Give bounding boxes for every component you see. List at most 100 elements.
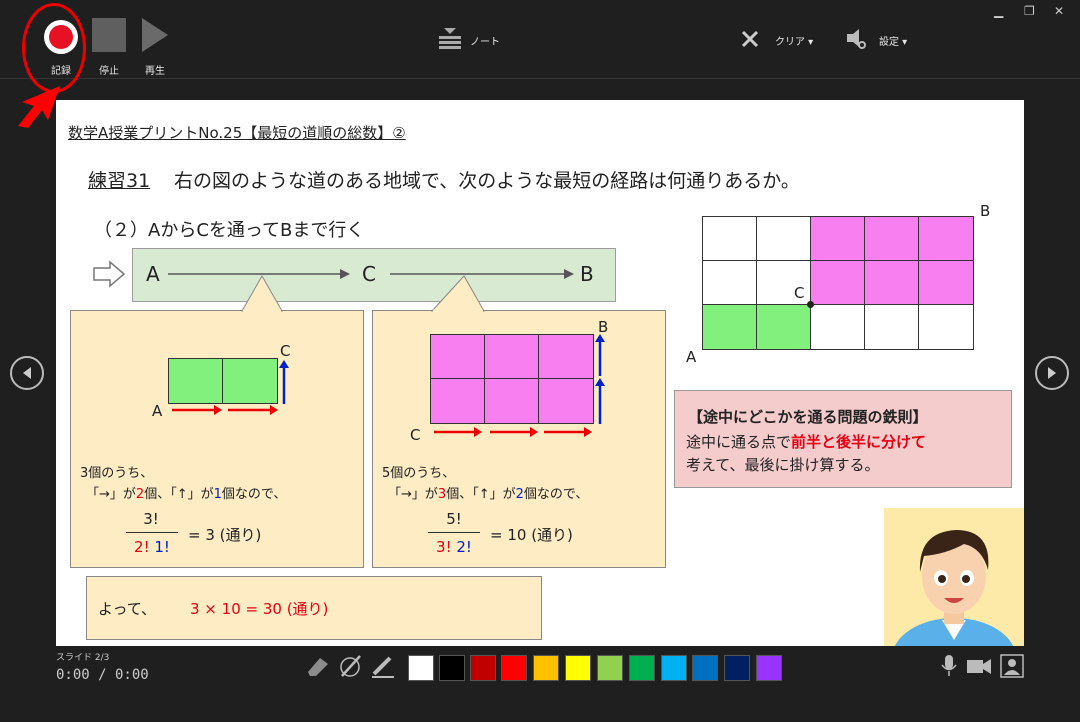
grid-cell [864,304,920,350]
exercise-text: 右の図のような道のある地域で、次のような最短の経路は何通りあるか。 [174,170,800,192]
right-fraction-bar [428,532,480,533]
highlighter-icon[interactable] [370,654,396,678]
rule-line2: 考えて、最後に掛け算する。 [686,456,880,474]
subproblem-text: （２）AからCを通ってBまで行く [94,220,365,241]
color-swatch-dark-red[interactable] [470,655,496,681]
notes-button-label[interactable]: ノート [470,33,500,48]
answer-value: 3 × 10 = 30 (通り) [190,600,329,618]
right-line2-count-right: 3 [437,487,447,502]
right-numerator: 5! [446,510,462,528]
settings-icon[interactable] [845,28,867,50]
right-label-b: B [598,318,609,336]
color-swatch-white[interactable] [408,655,434,681]
slide-title: 数学A授業プリントNo.25【最短の道順の総数】② [68,124,406,142]
grid-cell [702,260,758,306]
grid-cell [810,304,866,350]
color-swatch-yellow[interactable] [565,655,591,681]
right-line1: 5個のうち、 [382,466,456,481]
right-line2: 「→」が3個、「↑」が2個なので、 [388,483,588,502]
left-denominator-red: 2! [134,538,150,556]
right-denominator: 3! 2! [428,538,480,556]
stop-icon[interactable] [92,18,126,52]
left-fraction-bar [126,532,178,533]
color-swatch-black[interactable] [439,655,465,681]
color-swatch-blue[interactable] [692,655,718,681]
left-arrows [172,360,289,415]
settings-button-label[interactable]: 設定 ▾ [879,33,907,48]
eraser-icon[interactable] [304,654,330,678]
right-callout-pointer [430,275,485,313]
right-line2-text3: 個なので、 [523,487,589,502]
left-line2-count-right: 2 [135,487,145,502]
left-result: = 3 (通り) [188,526,262,544]
left-label-c: C [280,342,291,360]
color-swatch-purple[interactable] [756,655,782,681]
color-swatch-orange[interactable] [533,655,559,681]
prev-slide-icon [23,367,31,379]
right-denominator-blue: 2! [456,538,472,556]
grid-label-b: B [980,202,991,220]
play-button-label[interactable]: 再生 [138,62,172,77]
grid-label-a: A [686,348,697,366]
right-arrows [434,334,605,437]
presenter-view-icon[interactable] [1000,654,1024,678]
right-label-c: C [410,426,421,444]
teacher-illustration-icon [894,530,1014,646]
color-swatch-red[interactable] [501,655,527,681]
left-line2-count-up: 1 [213,487,222,502]
clear-button-label[interactable]: クリア ▾ [775,33,813,48]
rule-title: 【途中にどこかを通る問題の鉄則】 [688,408,928,426]
grid-cell [864,216,920,262]
restore-icon[interactable]: ❐ [1024,4,1035,18]
grid-cell [810,260,866,306]
color-swatch-light-blue[interactable] [661,655,687,681]
right-line2-text2: 個、「↑」が [446,487,516,502]
grid-label-c: C [794,284,805,302]
left-line2-text2: 個、「↑」が [144,487,214,502]
grid-cell [756,216,812,262]
left-line2-text1: 「→」が [86,487,136,502]
route-grid-diagram [702,216,976,350]
recording-time: 0:00 / 0:00 [56,667,149,683]
grid-point-c [807,301,814,308]
grid-cell [918,304,974,350]
rule-line1: 途中に通る点で前半と後半に分けて [686,431,926,452]
slide-counter: スライド 2/3 [56,653,110,663]
grid-cell [918,216,974,262]
grid-cell [864,260,920,306]
clear-icon[interactable] [741,30,759,48]
right-line2-text1: 「→」が [388,487,438,502]
grid-cell [918,260,974,306]
stop-button-label[interactable]: 停止 [92,62,126,77]
rule-line1-emphasis: 前半と後半に分けて [791,433,927,451]
next-slide-button[interactable] [1035,356,1069,390]
exercise-label: 練習31 [88,170,151,192]
right-result: = 10 (通り) [490,526,573,544]
rule-line1-prefix: 途中に通る点で [686,433,792,451]
camera-icon[interactable] [966,656,992,676]
right-line2-count-up: 2 [515,487,524,502]
answer-prefix: よって、 [98,600,157,618]
right-denominator-red: 3! [436,538,452,556]
slide-canvas: 数学A授業プリントNo.25【最短の道順の総数】② 練習31 右の図のような道の… [56,100,1024,646]
record-highlight-circle [22,3,86,93]
grid-cell [702,304,758,350]
play-icon[interactable] [142,18,168,52]
left-denominator: 2! 1! [126,538,178,556]
left-callout-pointer [241,274,283,313]
left-denominator-blue: 1! [154,538,170,556]
left-numerator: 3! [143,510,159,528]
notes-icon[interactable] [438,26,462,50]
pen-icon[interactable] [338,654,364,678]
color-swatch-navy[interactable] [724,655,750,681]
left-line2-text3: 個なので、 [221,487,287,502]
teacher-avatar [884,508,1024,646]
microphone-icon[interactable] [940,654,958,678]
color-swatch-green[interactable] [629,655,655,681]
left-label-a: A [152,402,163,420]
left-line2: 「→」が2個、「↑」が1個なので、 [86,483,286,502]
color-swatch-light-green[interactable] [597,655,623,681]
close-icon[interactable]: ✕ [1054,4,1064,18]
minimize-icon[interactable]: ▁ [994,4,1003,18]
prev-slide-button[interactable] [10,356,44,390]
